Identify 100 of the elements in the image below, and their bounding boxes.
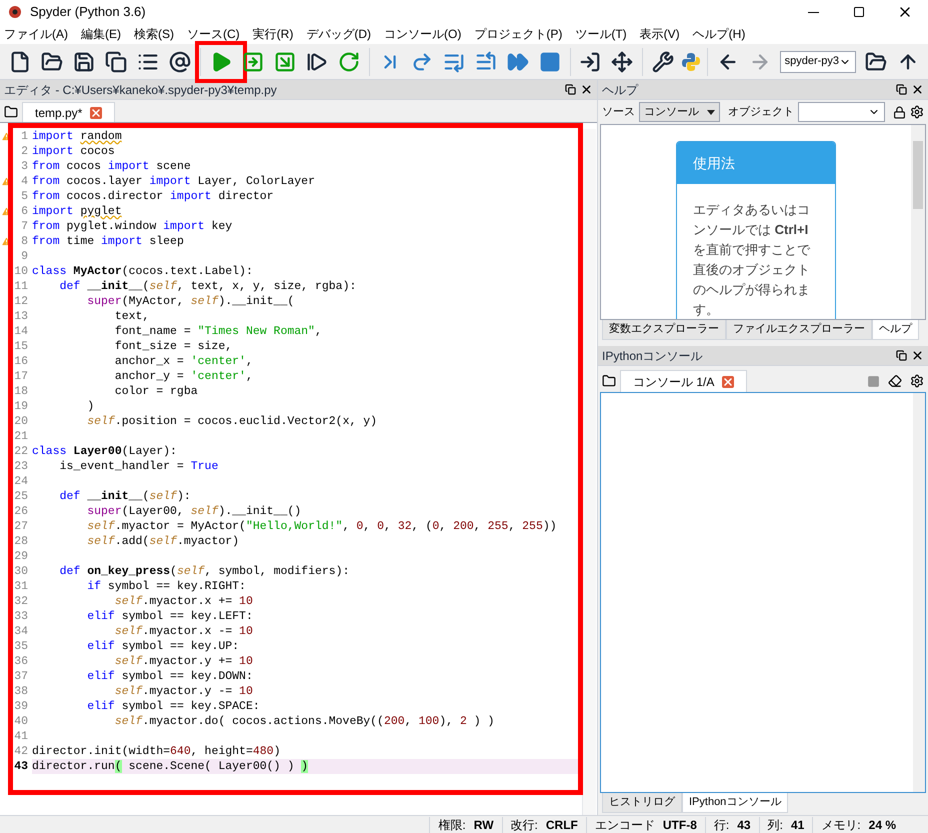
line-number: 41 [13,728,29,745]
code-line: elif symbol == key.UP: [86,639,240,654]
line-number: 18 [13,384,29,400]
pane-tab[interactable]: IPythonコンソール [682,793,788,813]
line-number: 34 [13,624,29,640]
code-line: font_size = size, [114,339,232,354]
card-text: エディタあるいはコンソールでは Ctrl+I を直前で押すことで直後のオブジェクトのヘルプが得られます。 [692,201,812,319]
undock-icon[interactable] [896,350,907,361]
code-line: from cocos import scene [32,159,191,174]
tab-close-icon[interactable] [90,106,102,118]
pane-tab[interactable]: 変数エクスプローラー [602,320,726,340]
dropdown-caret-icon [707,110,715,114]
close-icon[interactable] [911,83,924,96]
menu-item[interactable]: デバッグ(D) [306,25,372,43]
line-number: 27 [13,518,29,535]
code-line: text, [114,309,150,324]
at-icon [169,50,191,72]
line-number: 23 [13,458,29,475]
console-tab[interactable]: コンソール 1/A [620,370,748,392]
line-number: 22 [13,444,29,460]
code-line: class Layer00(Layer): [32,444,177,459]
line-number: 40 [13,714,29,730]
pane-title: ヘルプ [602,82,638,98]
save-all-icon [105,50,127,72]
undock-icon[interactable] [565,84,576,95]
line-number: 39 [13,698,29,715]
code-line: self.myactor.x += 10 [114,594,253,609]
line-number: 15 [13,338,29,355]
line-number: 3 [20,158,29,175]
line-number: 2 [20,144,29,160]
eraser-icon[interactable] [888,374,902,388]
code-line: director.init(width=640, height=480) [32,744,280,759]
status-label: 権限: [438,816,466,833]
close-icon[interactable] [580,83,593,96]
line-number: 6 [20,204,29,220]
line-number: 11 [13,278,29,295]
status-value: 41 [790,816,804,833]
step-return-icon [474,50,496,72]
code-line: def __init__(self, text, x, y, size, rgba): [58,279,356,294]
editor-tab[interactable]: temp.py* [22,102,116,122]
menu-item[interactable]: 編集(E) [81,25,121,43]
code-line: elif symbol == key.SPACE: [86,699,260,714]
menu-item[interactable]: ツール(T) [575,25,627,43]
run-cell-advance-icon [274,50,296,72]
code-line: from cocos.layer import Layer, ColorLayer [32,174,315,189]
code-line: self.myactor.do( cocos.actions.MoveBy((200, 100), 2 ) ) [114,714,494,729]
step-icon [410,50,432,72]
line-number: 43 [13,758,29,775]
window-title: Spyder (Python 3.6) [30,3,146,22]
line-number: 17 [13,368,29,385]
menu-item[interactable]: ヘルプ(H) [692,25,746,43]
status-label: エンコード [594,816,655,833]
code-line: from pyglet.window import key [32,219,232,234]
settings-icon[interactable] [910,105,924,119]
line-number: 36 [13,654,29,670]
code-line: import pyglet [32,204,122,219]
menu-item[interactable]: 表示(V) [640,25,680,43]
code-line: font_name = "Times New Roman", [114,324,322,339]
status-label: 列: [768,816,783,833]
menu-item[interactable]: 実行(R) [252,25,294,43]
menu-item[interactable]: 検索(S) [134,25,174,43]
line-number: 29 [13,548,29,565]
menu-item[interactable]: プロジェクト(P) [474,25,562,43]
lock-icon[interactable] [893,106,906,118]
pane-tab[interactable]: ファイルエクスプローラー [726,320,872,340]
line-number: 20 [13,414,29,430]
line-number: 13 [13,308,29,325]
code-line: if symbol == key.RIGHT: [86,579,246,594]
pane-tab[interactable]: ヘルプ [872,320,919,340]
line-number: 19 [13,398,29,415]
browse-tabs-icon[interactable] [602,374,616,388]
path-combo[interactable]: spyder-py3 [780,50,856,72]
card-title: 使用法 [693,154,735,172]
code-line: elif symbol == key.LEFT: [86,609,253,624]
status-value: 24 % [868,816,896,833]
undock-icon[interactable] [896,84,907,95]
code-line: color = rgba [114,384,198,399]
object-field[interactable] [798,102,885,122]
run-selection-icon [306,50,328,72]
line-number: 28 [13,534,29,550]
rerun-icon [338,50,360,72]
scrollbar[interactable] [911,125,925,319]
source-dropdown[interactable]: コンソール [639,102,720,122]
tab-close-icon[interactable] [722,376,734,388]
browse-tabs-icon[interactable] [4,105,18,119]
line-number: 32 [13,594,29,610]
line-number: 4 [20,174,29,190]
settings-icon[interactable] [910,374,924,388]
menu-item[interactable]: コンソール(O) [384,25,462,43]
menu-item[interactable]: ファイル(A) [4,25,68,43]
code-line: def __init__(self): [58,489,191,504]
close-icon[interactable] [911,349,924,362]
continue-icon [506,50,528,72]
object-label: オブジェクト [728,104,794,120]
code-line: self.add(self.myactor) [86,534,240,549]
pane-tab[interactable]: ヒストリログ [602,793,682,813]
code-line: self.myactor = MyActor("Hello,World!", 0, 0, 32, (0, 200, 255, 255)) [86,519,557,534]
code-line: from cocos.director import director [32,189,274,204]
menu-item[interactable]: ソース(C) [187,25,240,43]
status-value: 43 [737,816,751,833]
